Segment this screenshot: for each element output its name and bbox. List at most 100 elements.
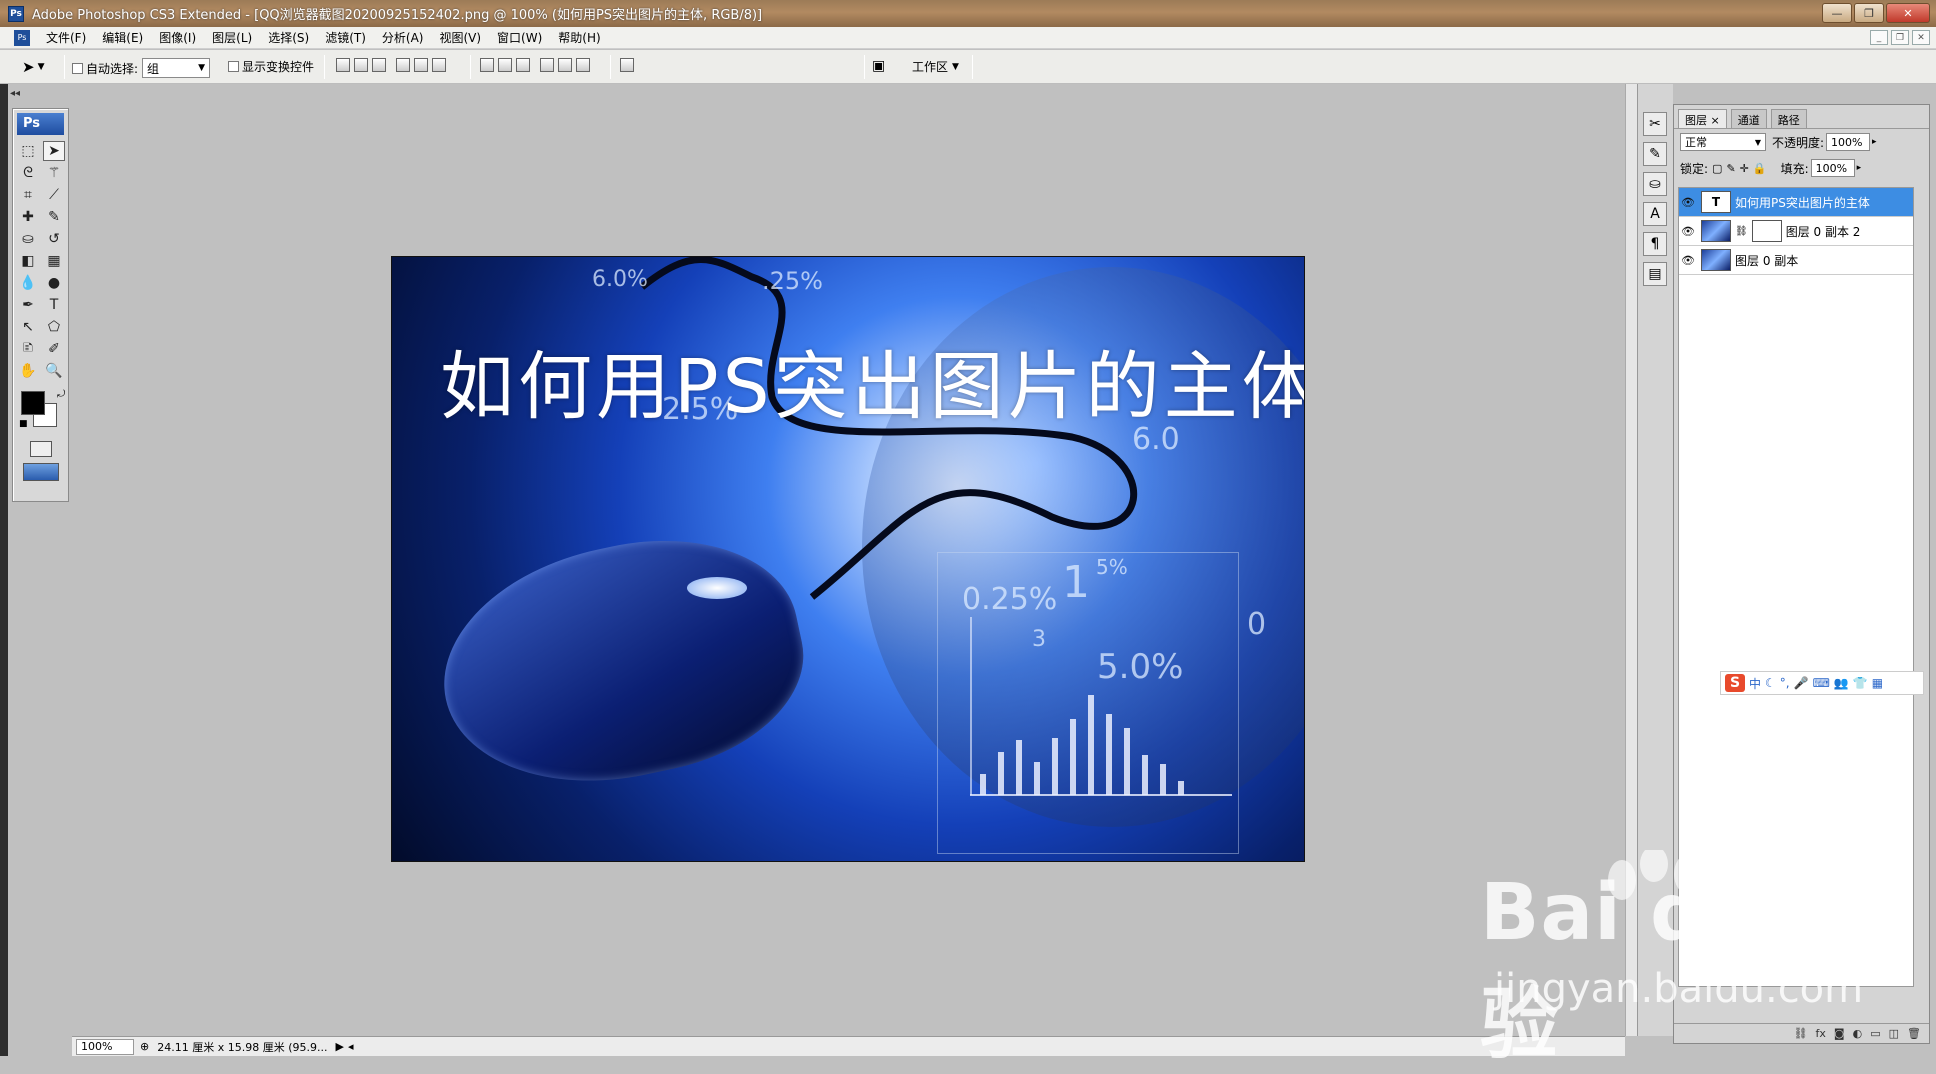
close-button[interactable]: ✕ <box>1886 3 1930 23</box>
layer-comps-icon[interactable]: ▤ <box>1643 262 1667 286</box>
notes-icon[interactable]: 🗈 <box>17 339 39 359</box>
distribute-right-icon[interactable] <box>576 58 590 72</box>
auto-select-dropdown[interactable]: 组 ▼ <box>142 58 211 78</box>
skin-icon[interactable]: 👕 <box>1853 676 1868 690</box>
menu-file[interactable]: 文件(F) <box>38 29 94 46</box>
lock-position-icon[interactable]: ✛ <box>1740 162 1749 175</box>
microphone-icon[interactable]: 🎤 <box>1794 676 1809 690</box>
toolbox-collapse-icon[interactable]: ◂◂ <box>10 88 70 106</box>
menu-edit[interactable]: 编辑(E) <box>94 29 151 46</box>
magic-wand-icon[interactable]: ⚚ <box>43 163 65 183</box>
align-top-icon[interactable] <box>336 58 350 72</box>
menu-image[interactable]: 图像(I) <box>151 29 204 46</box>
gradient-icon[interactable]: ▦ <box>43 251 65 271</box>
menu-analysis[interactable]: 分析(A) <box>374 29 432 46</box>
history-brush-icon[interactable]: ↺ <box>43 229 65 249</box>
document-image[interactable]: 6.0% .25% 2.5% 6.0 0.25% 1 5% 3 5.0% 0 如… <box>391 256 1305 862</box>
eyedropper-icon[interactable]: ✐ <box>43 339 65 359</box>
menu-layer[interactable]: 图层(L) <box>204 29 260 46</box>
path-select-icon[interactable]: ↖ <box>17 317 39 337</box>
align-vcenter-icon[interactable] <box>354 58 368 72</box>
lasso-icon[interactable]: ᘓ <box>17 163 39 183</box>
status-menu-arrow-icon[interactable]: ▶ <box>335 1040 343 1053</box>
menu-filter[interactable]: 滤镜(T) <box>317 29 374 46</box>
pen-icon[interactable]: ✒ <box>17 295 39 315</box>
distribute-top-icon[interactable] <box>480 58 494 72</box>
doc-close-button[interactable]: ✕ <box>1912 30 1930 45</box>
hscroll-left-icon[interactable]: ◂ <box>348 1040 354 1053</box>
rect-marquee-icon[interactable]: ⬚ <box>17 141 39 161</box>
doc-minimize-button[interactable]: _ <box>1870 30 1888 45</box>
minimize-button[interactable]: — <box>1822 3 1852 23</box>
distribute-bottom-icon[interactable] <box>516 58 530 72</box>
layer-row[interactable]: 👁 T 如何用PS突出图片的主体 <box>1679 188 1913 217</box>
maximize-button[interactable]: ❐ <box>1854 3 1884 23</box>
distribute-vcenter-icon[interactable] <box>498 58 512 72</box>
screen-mode-icon[interactable] <box>22 463 59 481</box>
slice-icon[interactable]: ⟋ <box>43 185 65 205</box>
hand-icon[interactable]: ✋ <box>17 361 39 381</box>
eye-icon[interactable]: 👁 <box>1679 225 1697 238</box>
foreground-color-swatch[interactable] <box>21 391 45 415</box>
menu-select[interactable]: 选择(S) <box>260 29 317 46</box>
zoom-level-field[interactable]: 100% <box>76 1038 134 1055</box>
paragraph-panel-icon[interactable]: ¶ <box>1643 232 1667 256</box>
default-colors-icon[interactable]: ■ <box>19 419 28 429</box>
tool-preset-picker[interactable]: ➤ ▼ <box>22 58 45 76</box>
clone-source-icon[interactable]: ⛀ <box>1643 172 1667 196</box>
fill-slider-icon[interactable]: ▸ <box>1857 163 1862 173</box>
zoom-icon[interactable]: 🔍 <box>43 361 65 381</box>
swap-colors-icon[interactable]: ⤾ <box>57 389 65 400</box>
distribute-left-icon[interactable] <box>540 58 554 72</box>
layer-row[interactable]: 👁 ⛓ 图层 0 副本 2 <box>1679 217 1913 246</box>
layer-row[interactable]: 👁 图层 0 副本 <box>1679 246 1913 275</box>
menu-view[interactable]: 视图(V) <box>431 29 489 46</box>
eye-icon[interactable]: 👁 <box>1679 254 1697 267</box>
show-transform-checkbox[interactable] <box>228 61 239 72</box>
quick-mask-icon[interactable] <box>29 441 52 457</box>
moon-icon[interactable]: ☾ <box>1765 676 1776 690</box>
palette-well-icon[interactable]: ▣ <box>872 58 885 74</box>
eraser-icon[interactable]: ◧ <box>17 251 39 271</box>
clone-stamp-icon[interactable]: ⛀ <box>17 229 39 249</box>
move-icon[interactable]: ➤ <box>43 141 65 161</box>
blur-icon[interactable]: 💧 <box>17 273 39 293</box>
tools-panel-icon[interactable]: ✂ <box>1643 112 1667 136</box>
lock-all-icon[interactable]: 🔒 <box>1753 162 1767 175</box>
auto-select-checkbox[interactable] <box>72 62 83 74</box>
eye-icon[interactable]: 👁 <box>1679 196 1697 209</box>
distribute-hcenter-icon[interactable] <box>558 58 572 72</box>
workspace-menu[interactable]: 工作区 ▼ <box>912 58 959 75</box>
healing-brush-icon[interactable]: ✚ <box>17 207 39 227</box>
align-bottom-icon[interactable] <box>372 58 386 72</box>
grid-menu-icon[interactable]: ▦ <box>1872 676 1883 690</box>
brush-panel-icon[interactable]: ✎ <box>1643 142 1667 166</box>
dodge-icon[interactable]: ● <box>43 273 65 293</box>
blend-mode-dropdown[interactable]: 正常 ▼ <box>1680 133 1766 151</box>
menu-help[interactable]: 帮助(H) <box>550 29 608 46</box>
align-right-icon[interactable] <box>432 58 446 72</box>
photoshop-logo[interactable]: Ps <box>17 113 64 135</box>
auto-align-layers-icon[interactable] <box>620 58 634 72</box>
doc-restore-button[interactable]: ❐ <box>1891 30 1909 45</box>
brush-icon[interactable]: ✎ <box>43 207 65 227</box>
document-icon[interactable]: Ps <box>14 29 30 46</box>
fill-input[interactable]: 100% <box>1810 159 1855 177</box>
shape-icon[interactable]: ⬠ <box>43 317 65 337</box>
sogou-ime-icon[interactable]: S <box>1725 674 1745 692</box>
status-info-icon[interactable]: ⊕ <box>140 1040 149 1053</box>
lock-transparent-icon[interactable]: ▢ <box>1712 162 1722 175</box>
tab-paths[interactable]: 路径 <box>1770 109 1807 128</box>
character-panel-icon[interactable]: A <box>1643 202 1667 226</box>
menu-window[interactable]: 窗口(W) <box>489 29 550 46</box>
align-hcenter-icon[interactable] <box>414 58 428 72</box>
user-icon[interactable]: 👥 <box>1834 676 1849 690</box>
opacity-input[interactable]: 100% <box>1826 133 1871 151</box>
crop-icon[interactable]: ⌗ <box>17 185 39 205</box>
tab-channels[interactable]: 通道 <box>1730 109 1767 128</box>
punctuation-icon[interactable]: °, <box>1780 676 1790 690</box>
opacity-slider-icon[interactable]: ▸ <box>1872 137 1877 147</box>
ime-language-toggle[interactable]: 中 <box>1749 675 1761 692</box>
lock-pixels-icon[interactable]: ✎ <box>1726 162 1735 175</box>
align-left-icon[interactable] <box>396 58 410 72</box>
